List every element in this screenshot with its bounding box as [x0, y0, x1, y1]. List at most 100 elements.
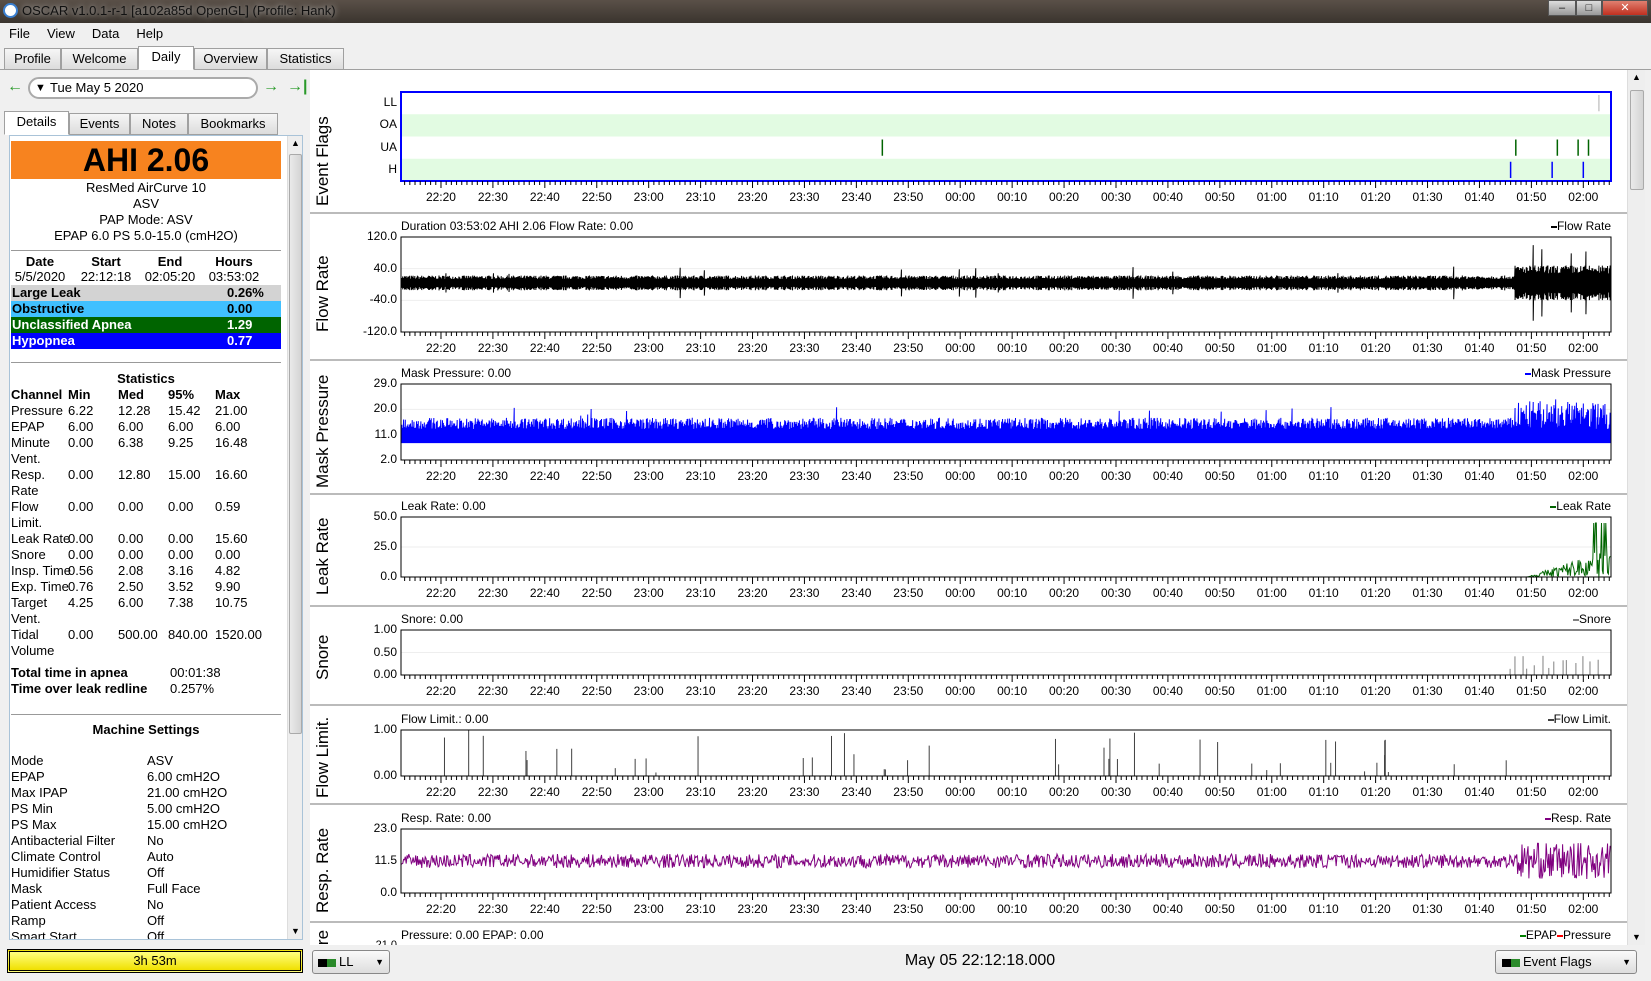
stats-value: 6.00 [68, 419, 94, 434]
chart-7-ylabel: Pressure [313, 930, 333, 945]
scroll-up-icon[interactable]: ▲ [291, 138, 300, 148]
scroll-thumb[interactable] [289, 154, 302, 734]
stats-value: 16.48 [215, 435, 248, 450]
stats-value: 0.76 [68, 579, 94, 594]
flag-label: OA [379, 117, 397, 132]
index-value: 0.26% [227, 285, 264, 300]
stats-channel: Insp. Time [11, 563, 71, 578]
chart-separator [310, 359, 1627, 361]
chart-title: Flow Limit.: 0.00 [401, 712, 489, 726]
x-tick-label: 23:40 [841, 341, 872, 355]
x-tick-label: 23:40 [841, 902, 872, 916]
x-tick-label: 23:00 [633, 190, 664, 204]
session-value: 03:53:02 [208, 269, 260, 284]
x-tick-label: 22:30 [477, 341, 508, 355]
main-tabs: Profile Welcome Daily Overview Statistic… [0, 46, 1651, 70]
stats-value: 4.25 [68, 595, 94, 610]
flag-label: H [388, 161, 397, 176]
details-scrollbar[interactable]: ▲ ▼ [287, 136, 302, 939]
flag-band [401, 114, 1611, 137]
chevron-down-icon: ▼ [1622, 957, 1631, 967]
arrow-to-end-icon[interactable]: →| [287, 78, 307, 96]
y-tick-label: 1.00 [373, 622, 397, 636]
stats-channel: Pressure [11, 403, 64, 418]
setting-label: Mask [11, 881, 43, 896]
event-type-value: LL [339, 954, 354, 969]
window-title: OSCAR v1.0.1-r-1 [a102a85d OpenGL] (Prof… [22, 3, 336, 18]
stats-channel: Snore [11, 547, 46, 562]
setting-value: Off [147, 913, 165, 928]
arrow-right-icon[interactable]: → [263, 78, 279, 96]
y-tick-label: 25.0 [373, 539, 397, 553]
x-tick-label: 01:30 [1412, 341, 1443, 355]
chart-title: Duration 03:53:02 AHI 2.06 Flow Rate: 0.… [401, 219, 634, 233]
graph-select-combo[interactable]: Event Flags ▼ [1495, 950, 1637, 974]
x-tick-label: 01:10 [1308, 902, 1339, 916]
x-tick-label: 01:50 [1516, 684, 1547, 698]
session-header: Hours [215, 254, 253, 269]
flag-label: UA [380, 139, 397, 154]
stats-value: 0.00 [68, 547, 94, 562]
tab-statistics[interactable]: Statistics [267, 48, 344, 70]
graph-scrollbar[interactable]: ▲ ▼ [1627, 70, 1645, 945]
chart-separator [310, 704, 1627, 706]
menu-data[interactable]: Data [83, 23, 127, 41]
chart-title: Pressure: 0.00 EPAP: 0.00 [401, 928, 544, 942]
x-tick-label: 23:00 [633, 684, 664, 698]
menu-file[interactable]: File [0, 23, 38, 41]
chart-event-flags [400, 91, 1612, 188]
y-tick-label: 120.0 [366, 229, 397, 243]
stats-value: 0.56 [68, 563, 94, 578]
scroll-thumb[interactable] [1630, 90, 1644, 190]
x-tick-label: 23:50 [893, 785, 924, 799]
tab-profile[interactable]: Profile [4, 48, 61, 70]
cursor-time: May 05 22:12:18.000 [904, 952, 1056, 969]
arrow-left-icon[interactable]: ← [7, 78, 23, 96]
scroll-down-icon[interactable]: ▼ [1632, 932, 1641, 942]
stats-value: 0.00 [68, 627, 94, 642]
chart-legend: Flow Rate [1550, 219, 1611, 233]
x-tick-label: 22:30 [477, 785, 508, 799]
tab-daily[interactable]: Daily [138, 46, 194, 70]
menu-view[interactable]: View [38, 23, 83, 41]
pressure-settings: EPAP 6.0 PS 5.0-15.0 (cmH2O) [54, 228, 238, 243]
maximize-button[interactable]: □ [1576, 0, 1602, 16]
chart-1-ylabel: Flow Rate [313, 255, 332, 332]
scroll-up-icon[interactable]: ▲ [1632, 72, 1641, 82]
x-tick-label: 23:00 [633, 902, 664, 916]
x-tick-label: 00:00 [945, 469, 976, 483]
menu-help[interactable]: Help [127, 23, 171, 41]
tab-notes[interactable]: Notes [130, 113, 188, 135]
tab-overview[interactable]: Overview [194, 48, 267, 70]
x-tick-label: 22:50 [581, 586, 612, 600]
title-bar: OSCAR v1.0.1-r-1 [a102a85d OpenGL] (Prof… [0, 0, 1651, 23]
stats-channel: Tidal Volume [11, 627, 55, 658]
tab-bookmarks[interactable]: Bookmarks [188, 113, 278, 135]
date-value: Tue May 5 2020 [50, 80, 144, 95]
detail-tabs: Details Events Notes Bookmarks [4, 111, 304, 135]
minimize-button[interactable]: – [1548, 0, 1576, 16]
x-tick-label: 23:10 [685, 785, 716, 799]
date-picker[interactable]: ▼ Tue May 5 2020 [28, 77, 258, 99]
chart-6-ylabel: Resp. Rate [313, 827, 332, 913]
scroll-down-icon[interactable]: ▼ [291, 926, 300, 936]
stats-value: 0.00 [118, 531, 144, 546]
graph-select-value: Event Flags [1523, 954, 1592, 969]
x-tick-label: 01:30 [1412, 586, 1443, 600]
stats-value: 2.50 [118, 579, 144, 594]
stats-value: 2.08 [118, 563, 144, 578]
x-tick-label: 01:00 [1256, 190, 1287, 204]
legend-label: Mask Pressure [1530, 366, 1611, 380]
close-button[interactable]: ✕ [1602, 0, 1648, 16]
index-value: 1.29 [227, 317, 253, 332]
x-tick-label: 00:20 [1049, 190, 1080, 204]
tab-details[interactable]: Details [4, 111, 69, 135]
x-tick-label: 23:20 [737, 785, 768, 799]
event-type-combo[interactable]: LL ▼ [312, 950, 390, 974]
stats-value: 6.00 [118, 595, 144, 610]
tab-events[interactable]: Events [69, 113, 130, 135]
chart-separator [310, 921, 1627, 923]
tab-welcome[interactable]: Welcome [61, 48, 138, 70]
x-tick-label: 02:00 [1568, 586, 1599, 600]
x-tick-label: 01:50 [1516, 341, 1547, 355]
